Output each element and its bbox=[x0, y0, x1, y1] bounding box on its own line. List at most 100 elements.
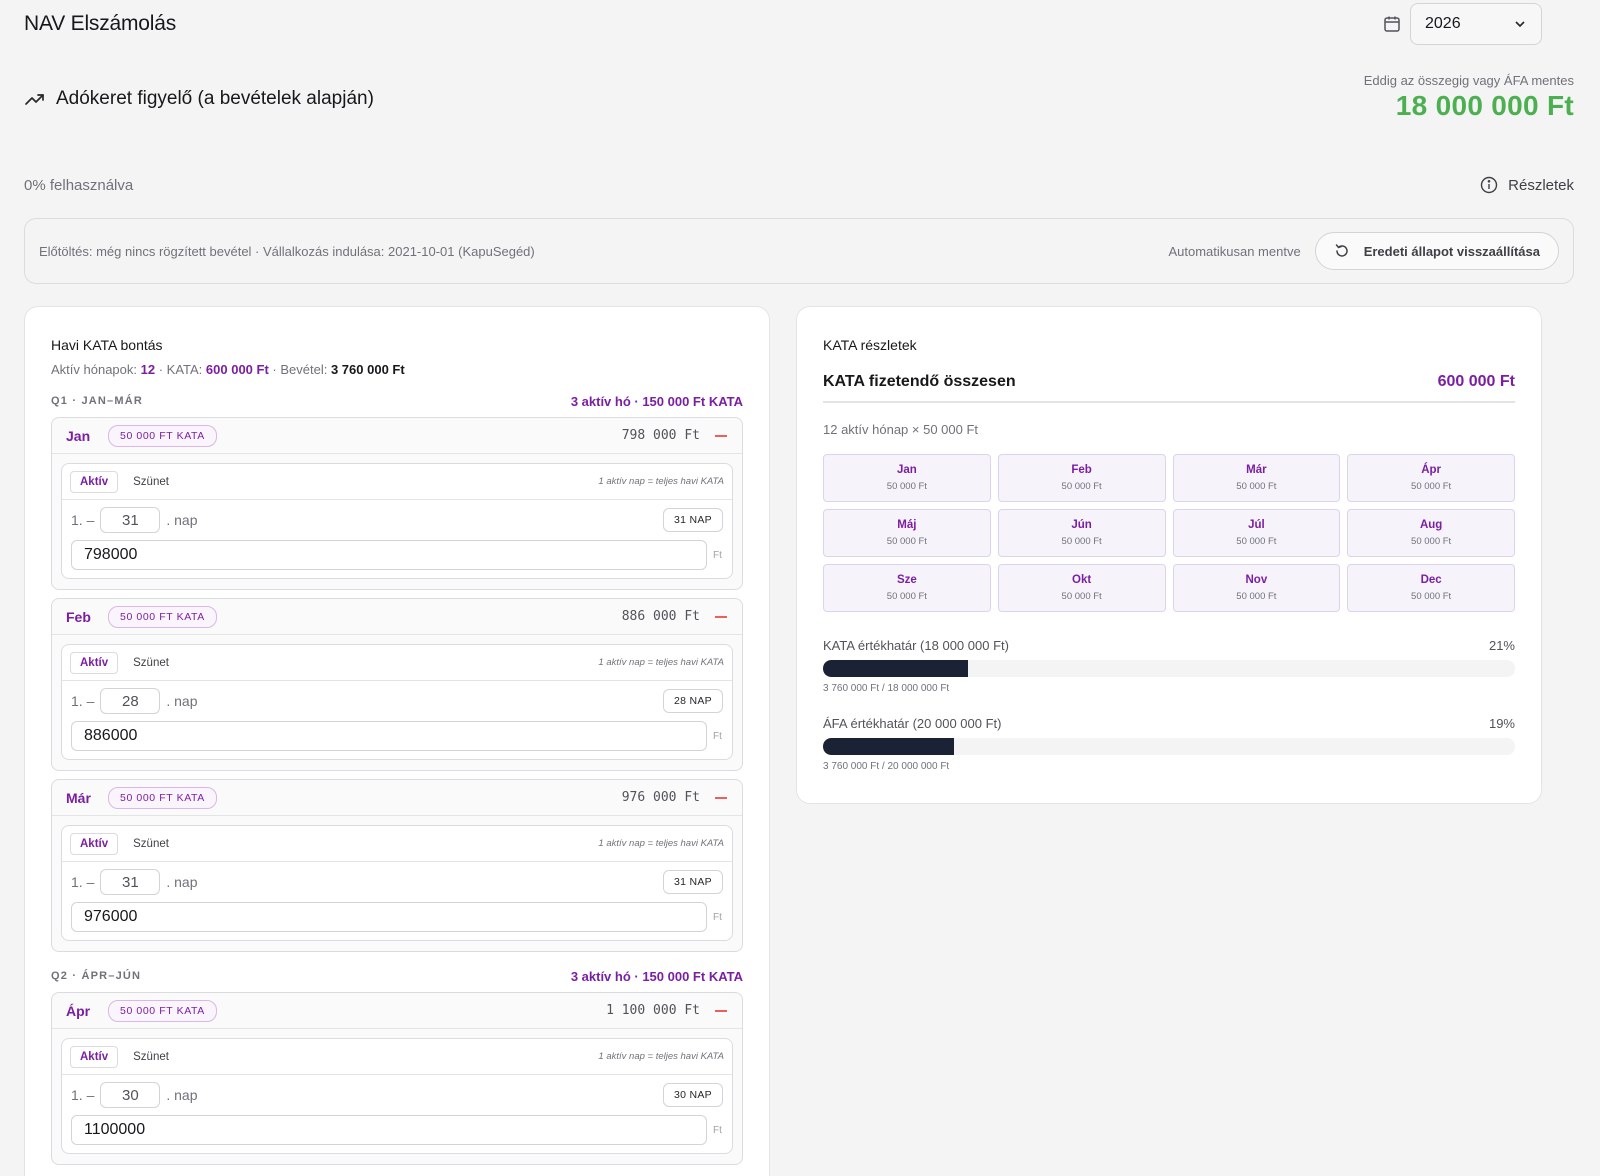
tab-pause[interactable]: Szünet bbox=[124, 834, 178, 854]
remove-month-icon[interactable] bbox=[714, 429, 728, 443]
month-header-right: 976 000 Ft bbox=[622, 790, 728, 805]
limit-subtext: 3 760 000 Ft / 18 000 000 Ft bbox=[823, 683, 950, 694]
month-header-right: 798 000 Ft bbox=[622, 428, 728, 443]
day-count-badge: 31 NAP bbox=[663, 870, 723, 894]
month-grid-cell[interactable]: Nov 50 000 Ft bbox=[1172, 564, 1341, 612]
month-grid-cell[interactable]: Jún 50 000 Ft bbox=[997, 509, 1166, 557]
info-icon bbox=[1480, 176, 1498, 194]
remove-month-icon[interactable] bbox=[714, 610, 728, 624]
year-select[interactable]: 2026 bbox=[1410, 3, 1542, 45]
month-header-left: Feb 50 000 FT KATA bbox=[66, 605, 217, 628]
tab-pause[interactable]: Szünet bbox=[124, 653, 178, 673]
month-header-left: Már 50 000 FT KATA bbox=[66, 786, 217, 809]
kata-badge: 50 000 FT KATA bbox=[108, 605, 217, 628]
mode-hint: 1 aktív nap = teljes havi KATA bbox=[598, 657, 724, 668]
remove-month-icon[interactable] bbox=[714, 791, 728, 805]
mode-row: Aktív Szünet 1 aktív nap = teljes havi KAT… bbox=[62, 645, 732, 681]
rotate-ccw-icon bbox=[1335, 244, 1348, 257]
tab-active[interactable]: Aktív bbox=[70, 1045, 119, 1068]
month-grid-cell[interactable]: Aug 50 000 Ft bbox=[1347, 509, 1515, 557]
day-count-badge: 30 NAP bbox=[663, 1083, 723, 1107]
month-grid-cell[interactable]: Okt 50 000 Ft bbox=[997, 564, 1166, 612]
limit-bar-header: KATA értékhatár (18 000 000 Ft) 21% bbox=[823, 638, 1515, 653]
month-card: Már 50 000 FT KATA 976 000 Ft Aktív Szünet 1 … bbox=[51, 779, 743, 952]
month-grid-cell[interactable]: Ápr 50 000 Ft bbox=[1347, 454, 1515, 502]
revenue-input[interactable]: 886000 bbox=[71, 721, 707, 751]
mode-tabs: Aktív Szünet bbox=[70, 470, 178, 493]
grid-month-amount: 50 000 Ft bbox=[1411, 591, 1452, 602]
details-button[interactable]: Részletek bbox=[1480, 176, 1574, 194]
revenue-total: 3 760 000 Ft bbox=[330, 362, 405, 377]
tab-pause[interactable]: Szünet bbox=[124, 1047, 178, 1067]
tab-active[interactable]: Aktív bbox=[70, 470, 119, 493]
details-heading: KATA részletek bbox=[823, 337, 917, 353]
day-range: 1. – 28 . nap bbox=[71, 688, 198, 714]
month-grid-cell[interactable]: Jan 50 000 Ft bbox=[823, 454, 991, 502]
tab-pause[interactable]: Szünet bbox=[124, 472, 178, 492]
limit-subtext: 3 760 000 Ft / 20 000 000 Ft bbox=[823, 761, 950, 772]
month-grid-cell[interactable]: Máj 50 000 Ft bbox=[823, 509, 991, 557]
monthly-kata-panel: Havi KATA bontás Aktív hónapok: 12 · KAT… bbox=[24, 306, 770, 1176]
mode-tabs: Aktív Szünet bbox=[70, 1045, 178, 1068]
day-suffix: . nap bbox=[166, 693, 198, 709]
day-end-input[interactable]: 31 bbox=[100, 507, 161, 533]
quarter-summary: 3 aktív hó · 150 000 Ft KATA bbox=[570, 968, 743, 984]
limit-percent: 19% bbox=[1488, 716, 1515, 731]
day-prefix: 1. – bbox=[71, 693, 95, 709]
grid-month-amount: 50 000 Ft bbox=[1236, 536, 1277, 547]
month-grid-cell[interactable]: Feb 50 000 Ft bbox=[997, 454, 1166, 502]
reset-label: Eredeti állapot visszaállítása bbox=[1363, 243, 1540, 259]
kata-badge: 50 000 FT KATA bbox=[108, 999, 217, 1022]
limit-label: KATA értékhatár (18 000 000 Ft) bbox=[823, 638, 1009, 653]
revenue-input[interactable]: 976000 bbox=[71, 902, 707, 932]
remove-month-icon[interactable] bbox=[714, 1004, 728, 1018]
grid-month-amount: 50 000 Ft bbox=[1061, 481, 1102, 492]
mode-hint: 1 aktív nap = teljes havi KATA bbox=[598, 1051, 724, 1062]
quarter-header: Q1 · JAN–MÁR 3 aktív hó · 150 000 Ft KATA bbox=[51, 393, 743, 409]
month-body: Aktív Szünet 1 aktív nap = teljes havi KAT… bbox=[61, 644, 733, 760]
month-grid-cell[interactable]: Dec 50 000 Ft bbox=[1347, 564, 1515, 612]
limit-percent: 21% bbox=[1488, 638, 1515, 653]
day-end-input[interactable]: 31 bbox=[100, 869, 161, 895]
month-grid-cell[interactable]: Sze 50 000 Ft bbox=[823, 564, 991, 612]
quarter-label: Q1 · JAN–MÁR bbox=[51, 395, 144, 407]
month-grid-cell[interactable]: Már 50 000 Ft bbox=[1172, 454, 1341, 502]
kata-details-panel: KATA részletek KATA fizetendő összesen 6… bbox=[796, 306, 1542, 804]
trending-up-icon bbox=[25, 94, 44, 105]
mode-tabs: Aktív Szünet bbox=[70, 832, 178, 855]
vat-limit-caption: Eddig az összegig vagy ÁFA mentes bbox=[1363, 73, 1574, 88]
limit-bars: KATA értékhatár (18 000 000 Ft) 21% 3 760 … bbox=[823, 638, 1515, 772]
day-end-input[interactable]: 28 bbox=[100, 688, 161, 714]
revenue-input[interactable]: 798000 bbox=[71, 540, 707, 570]
mode-hint: 1 aktív nap = teljes havi KATA bbox=[598, 476, 724, 487]
month-revenue: 1 100 000 Ft bbox=[606, 1003, 700, 1018]
limit-bar: KATA értékhatár (18 000 000 Ft) 21% 3 760 … bbox=[823, 638, 1515, 694]
tab-active[interactable]: Aktív bbox=[70, 651, 119, 674]
prefill-bar: Előtöltés: még nincs rögzített bevétel ·… bbox=[24, 218, 1574, 284]
day-end-input[interactable]: 30 bbox=[100, 1082, 161, 1108]
quarter-header: Q2 · ÁPR–JÚN 3 aktív hó · 150 000 Ft KATA bbox=[51, 968, 743, 984]
mode-row: Aktív Szünet 1 aktív nap = teljes havi KAT… bbox=[62, 826, 732, 862]
progress-fill bbox=[823, 738, 955, 755]
reset-button[interactable]: Eredeti állapot visszaállítása bbox=[1314, 232, 1559, 270]
kata-total: 600 000 Ft bbox=[205, 362, 269, 377]
tracker-title-group: Adókeret figyelő (a bevételek alapján) bbox=[24, 88, 374, 110]
currency-suffix: Ft bbox=[713, 911, 722, 923]
month-name: Már bbox=[66, 789, 91, 806]
grid-month-amount: 50 000 Ft bbox=[1236, 481, 1277, 492]
tracker-title: Adókeret figyelő (a bevételek alapján) bbox=[56, 88, 374, 109]
kata-total-label: KATA fizetendő összesen bbox=[823, 373, 1016, 390]
month-revenue: 798 000 Ft bbox=[621, 428, 700, 443]
revenue-input[interactable]: 1100000 bbox=[71, 1115, 707, 1145]
month-body: Aktív Szünet 1 aktív nap = teljes havi KAT… bbox=[61, 1038, 733, 1154]
day-range: 1. – 31 . nap bbox=[71, 507, 198, 533]
month-name: Jan bbox=[66, 427, 91, 444]
tab-active[interactable]: Aktív bbox=[70, 832, 119, 855]
grid-month-name: Ápr bbox=[1421, 464, 1442, 476]
kata-badge: 50 000 FT KATA bbox=[108, 424, 217, 447]
month-header-left: Ápr 50 000 FT KATA bbox=[66, 999, 217, 1022]
grid-month-name: Jún bbox=[1071, 519, 1092, 531]
progress-fill bbox=[823, 660, 969, 677]
grid-month-name: Nov bbox=[1245, 574, 1268, 586]
month-grid-cell[interactable]: Júl 50 000 Ft bbox=[1172, 509, 1341, 557]
